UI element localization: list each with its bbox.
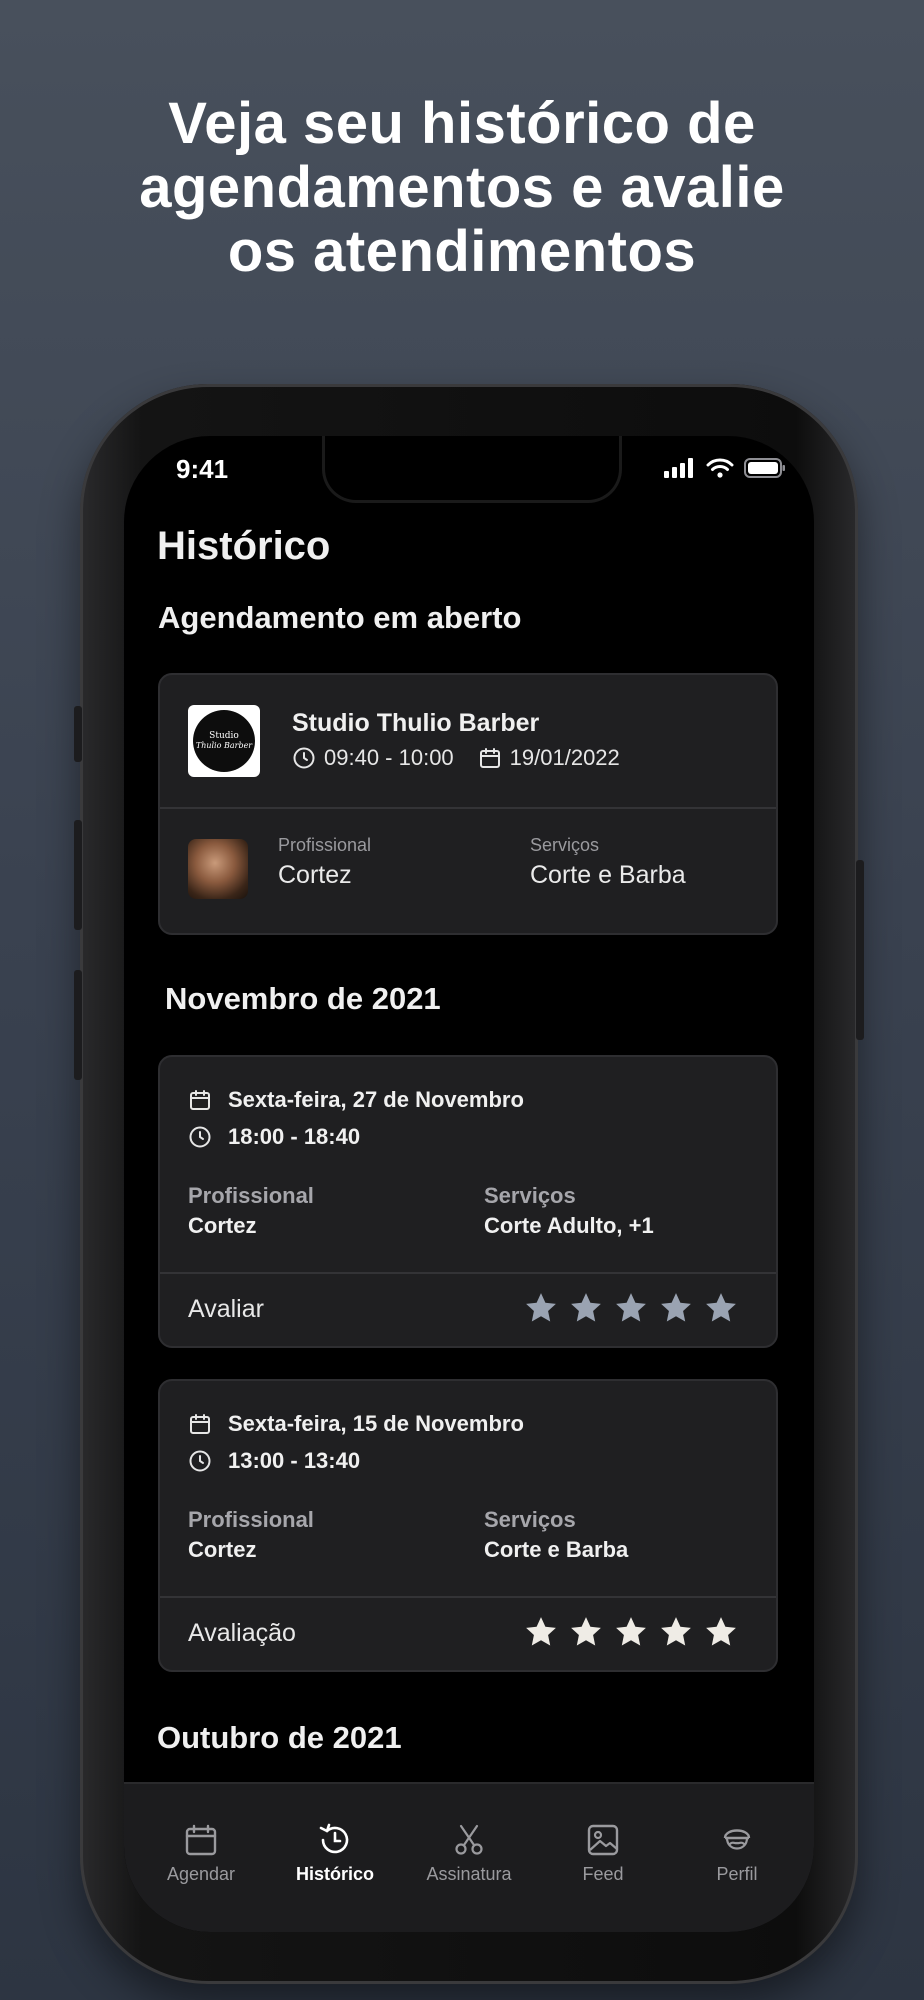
appointment-date: 19/01/2022: [509, 745, 620, 770]
rating-label: Avaliação: [188, 1619, 296, 1647]
tab-feed[interactable]: Feed: [543, 1784, 663, 1932]
phone-volume-down: [74, 970, 82, 1080]
calendar-icon: [185, 1824, 217, 1856]
appointment-time: 09:40 - 10:00: [324, 745, 454, 770]
tab-label: Assinatura: [426, 1864, 512, 1884]
battery-icon: [744, 458, 785, 478]
star-icon: [616, 1617, 646, 1646]
shop-name: Studio Thulio Barber: [292, 709, 540, 737]
tab-perfil[interactable]: Perfil: [677, 1784, 797, 1932]
page-title: Histórico: [157, 524, 331, 568]
star-icon[interactable]: [614, 1291, 648, 1325]
card-divider: [160, 1272, 776, 1274]
shop-logo-text-main: Thulio Barber: [195, 741, 253, 750]
professional-name: Cortez: [188, 1537, 257, 1562]
tab-label: Histórico: [295, 1864, 374, 1884]
status-icons: [664, 458, 786, 478]
image-icon: [587, 1824, 619, 1856]
month-heading-november: Novembro de 2021: [165, 981, 441, 1016]
professional-name: Cortez: [188, 1213, 257, 1238]
professional-name: Cortez: [278, 861, 352, 889]
services-label: Serviços: [484, 1183, 576, 1208]
headline-line-1: Veja seu histórico de: [168, 91, 756, 156]
star-icon[interactable]: [524, 1291, 558, 1325]
card-divider: [160, 1596, 776, 1598]
signal-icon: [664, 458, 693, 478]
headline-line-3: os atendimentos: [227, 219, 697, 284]
history-date-row: Sexta-feira, 27 de Novembro: [188, 1087, 524, 1113]
shop-logo: Studio Thulio Barber: [188, 705, 260, 777]
rating-stars: [524, 1615, 738, 1649]
phone-power-button: [856, 860, 864, 1040]
star-icon: [526, 1617, 556, 1646]
star-icon: [706, 1617, 736, 1646]
services-label: Serviços: [484, 1507, 576, 1532]
history-card[interactable]: Sexta-feira, 27 de Novembro 18:00 - 18:4…: [158, 1055, 778, 1348]
barber-face-icon: [723, 1829, 751, 1850]
headline-line-2: agendamentos e avalie: [139, 155, 785, 220]
wifi-icon: [706, 458, 734, 478]
phone-volume-up: [74, 820, 82, 930]
scissors-icon: [455, 1824, 483, 1855]
history-time-row: 18:00 - 18:40: [188, 1124, 360, 1150]
calendar-icon: [190, 1414, 210, 1434]
clock-icon: [189, 1450, 211, 1472]
star-icon[interactable]: [659, 1291, 693, 1325]
history-icon: [319, 1823, 349, 1854]
professional-label: Profissional: [188, 1507, 314, 1532]
tab-historico[interactable]: Histórico: [275, 1784, 395, 1932]
open-appointment-card[interactable]: Studio Thulio Barber Studio Thulio Barbe…: [158, 673, 778, 935]
star-icon: [571, 1617, 601, 1646]
professional-avatar: [188, 839, 248, 899]
phone-silent-switch: [74, 706, 82, 762]
calendar-icon: [190, 1090, 210, 1110]
promo-headline: Veja seu histórico de agendamentos e ava…: [0, 92, 924, 284]
star-icon[interactable]: [704, 1291, 738, 1325]
shop-logo-text-top: Studio: [209, 731, 239, 741]
clock-icon: [293, 747, 315, 769]
card-divider: [160, 807, 776, 809]
history-date: Sexta-feira, 15 de Novembro: [228, 1411, 524, 1436]
bottom-tab-bar: Agendar Histórico Assinatura Feed Perfil: [124, 1782, 814, 1932]
professional-label: Profissional: [188, 1183, 314, 1208]
history-date-row: Sexta-feira, 15 de Novembro: [188, 1411, 524, 1437]
services-label: Serviços: [530, 835, 600, 855]
phone-screen: 9:41 Histórico Agendamento em aberto Stu…: [124, 436, 814, 1932]
rating-stars: [524, 1291, 738, 1325]
tab-assinatura[interactable]: Assinatura: [409, 1784, 529, 1932]
status-time: 9:41: [176, 454, 229, 484]
history-time-row: 13:00 - 13:40: [188, 1448, 360, 1474]
notch: [322, 436, 622, 503]
calendar-icon: [479, 748, 500, 768]
rate-label: Avaliar: [188, 1295, 264, 1323]
clock-icon: [189, 1126, 211, 1148]
history-card[interactable]: Sexta-feira, 15 de Novembro 13:00 - 13:4…: [158, 1379, 778, 1672]
tab-label: Feed: [582, 1864, 624, 1884]
month-heading-october: Outubro de 2021: [157, 1720, 402, 1755]
tab-agendar[interactable]: Agendar: [141, 1784, 261, 1932]
history-date: Sexta-feira, 27 de Novembro: [228, 1087, 524, 1112]
history-time: 13:00 - 13:40: [228, 1448, 361, 1473]
professional-label: Profissional: [278, 835, 372, 855]
tab-label: Perfil: [716, 1864, 758, 1884]
services-value: Corte Adulto, +1: [484, 1213, 654, 1238]
tab-label: Agendar: [166, 1864, 236, 1884]
star-icon[interactable]: [569, 1291, 603, 1325]
services-value: Corte e Barba: [484, 1537, 629, 1562]
appointment-meta: 09:40 - 10:00 19/01/2022: [292, 745, 620, 771]
open-appointment-heading: Agendamento em aberto: [158, 600, 522, 635]
services-value: Corte e Barba: [530, 861, 686, 889]
star-icon: [661, 1617, 691, 1646]
history-time: 18:00 - 18:40: [228, 1124, 361, 1149]
